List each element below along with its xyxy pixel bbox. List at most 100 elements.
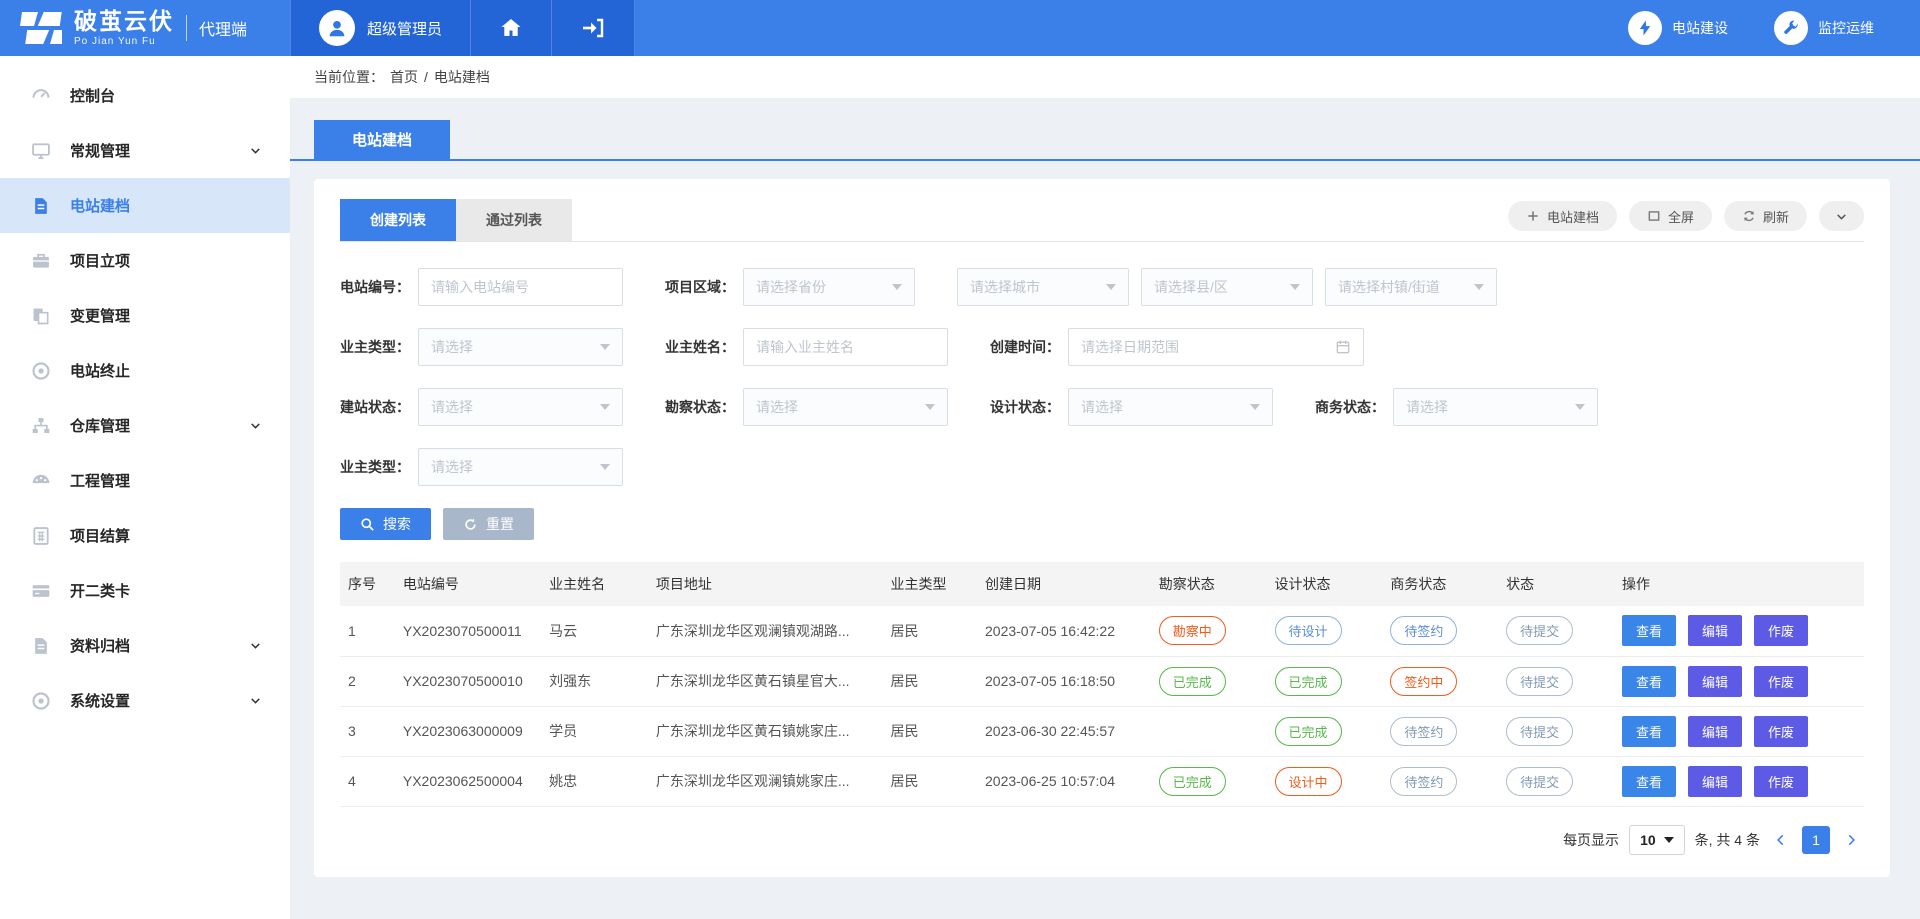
user-icon: [326, 17, 348, 39]
sidebar-item-label: 常规管理: [70, 140, 130, 161]
user-menu[interactable]: 超级管理员: [290, 0, 471, 56]
filter-select[interactable]: 请选择城市: [957, 268, 1129, 306]
filter-text-input[interactable]: [419, 269, 622, 305]
filter-select[interactable]: 请选择: [418, 388, 623, 426]
chevron-down-icon: [1835, 210, 1848, 223]
status-badge: 待签约: [1390, 717, 1457, 746]
filter-select[interactable]: 请选择: [743, 388, 948, 426]
user-name: 超级管理员: [367, 18, 442, 39]
nav-monitor-ops[interactable]: 监控运维: [1774, 11, 1874, 45]
filter-select[interactable]: 请选择村镇/街道: [1325, 268, 1497, 306]
sidebar-item-项目结算[interactable]: 项目结算: [0, 508, 290, 563]
sidebar-item-项目立项[interactable]: 项目立项: [0, 233, 290, 288]
void-button[interactable]: 作废: [1754, 666, 1808, 697]
sidebar-item-系统设置[interactable]: 系统设置: [0, 673, 290, 728]
status-badge: 已完成: [1159, 667, 1226, 696]
list-tabs: 创建列表通过列表: [340, 199, 572, 241]
edit-button[interactable]: 编辑: [1688, 766, 1742, 797]
status-badge: 待提交: [1506, 616, 1573, 645]
prev-page-button[interactable]: [1770, 833, 1792, 847]
page-number-1[interactable]: 1: [1802, 826, 1830, 854]
view-button[interactable]: 查看: [1622, 615, 1676, 646]
view-button[interactable]: 查看: [1622, 716, 1676, 747]
filter-select[interactable]: 请选择: [1393, 388, 1598, 426]
main-area: 当前位置： 首页 / 电站建档 电站建档 创建列表通过列表 电站建档全屏刷新 电…: [290, 56, 1920, 919]
date-range-picker[interactable]: 请选择日期范围: [1068, 328, 1364, 366]
row-index: 2: [340, 656, 395, 706]
breadcrumb-home[interactable]: 首页: [390, 67, 418, 87]
created-date: 2023-07-05 16:18:50: [977, 656, 1151, 706]
chevron-down-icon: [249, 419, 262, 432]
column-header-业主类型: 业主类型: [883, 562, 977, 606]
filter-select[interactable]: 请选择: [1068, 388, 1273, 426]
column-header-操作: 操作: [1614, 562, 1864, 606]
filter-select[interactable]: 请选择: [418, 448, 623, 486]
logout-icon: [580, 16, 606, 40]
reset-button-label: 重置: [486, 514, 514, 534]
status-badge: 设计中: [1275, 767, 1342, 796]
reset-button[interactable]: 重置: [443, 508, 534, 540]
topbar-right-nav: 电站建设 监控运维: [1628, 0, 1920, 56]
monitor-icon: [30, 140, 52, 162]
station-code: YX2023070500010: [395, 656, 541, 706]
toolbar-button-电站建档[interactable]: 电站建档: [1508, 201, 1617, 231]
logo-title: 破茧云伏: [74, 10, 174, 33]
project-address: 广东深圳龙华区黄石镇星官大...: [648, 656, 883, 706]
sidebar-item-开二类卡[interactable]: 开二类卡: [0, 563, 290, 618]
gauge-icon: [30, 470, 52, 492]
search-icon: [360, 517, 375, 532]
breadcrumb-label: 当前位置：: [314, 67, 384, 87]
column-header-状态: 状态: [1498, 562, 1614, 606]
refresh-icon: [1742, 209, 1756, 223]
created-date: 2023-06-30 22:45:57: [977, 706, 1151, 756]
status-badge: 勘察中: [1159, 616, 1226, 645]
sidebar-item-电站建档[interactable]: 电站建档: [0, 178, 290, 233]
status-badge: 签约中: [1390, 667, 1457, 696]
sidebar-item-变更管理[interactable]: 变更管理: [0, 288, 290, 343]
pagination: 每页显示 10 条, 共 4 条 1: [340, 807, 1864, 859]
toolbar-button-全屏[interactable]: 全屏: [1629, 201, 1712, 231]
edit-button[interactable]: 编辑: [1688, 615, 1742, 646]
edit-button[interactable]: 编辑: [1688, 716, 1742, 747]
column-header-设计状态: 设计状态: [1267, 562, 1383, 606]
void-button[interactable]: 作废: [1754, 615, 1808, 646]
created-date: 2023-07-05 16:42:22: [977, 606, 1151, 656]
caret-down-icon: [892, 284, 902, 290]
submit-status: 待提交: [1498, 706, 1614, 756]
filter-select[interactable]: 请选择省份: [743, 268, 915, 306]
next-page-button[interactable]: [1840, 833, 1862, 847]
filter-input: [743, 328, 948, 366]
page-size-select[interactable]: 10: [1629, 825, 1685, 855]
logo: 破茧云伏 Po Jian Yun Fu 代理端: [0, 0, 290, 56]
row-actions: 查看编辑作废: [1614, 606, 1864, 656]
sidebar-item-控制台[interactable]: 控制台: [0, 68, 290, 123]
view-button[interactable]: 查看: [1622, 666, 1676, 697]
page-size-value: 10: [1640, 832, 1656, 848]
view-button[interactable]: 查看: [1622, 766, 1676, 797]
sidebar-item-电站终止[interactable]: 电站终止: [0, 343, 290, 398]
void-button[interactable]: 作废: [1754, 766, 1808, 797]
home-button[interactable]: [471, 0, 552, 56]
nav-station-build[interactable]: 电站建设: [1628, 11, 1728, 45]
filter-input: [418, 268, 623, 306]
toolbar-collapse-button[interactable]: [1819, 201, 1864, 231]
logout-button[interactable]: [552, 0, 635, 56]
sidebar-item-工程管理[interactable]: 工程管理: [0, 453, 290, 508]
tab-创建列表[interactable]: 创建列表: [340, 199, 456, 241]
design-status: 设计中: [1267, 756, 1383, 806]
toolbar-button-刷新[interactable]: 刷新: [1724, 201, 1807, 231]
page-tab-station-archive[interactable]: 电站建档: [314, 120, 450, 159]
edit-button[interactable]: 编辑: [1688, 666, 1742, 697]
filter-select[interactable]: 请选择: [418, 328, 623, 366]
filter-text-input[interactable]: [744, 329, 947, 365]
card-icon: [30, 580, 52, 602]
sidebar-item-资料归档[interactable]: 资料归档: [0, 618, 290, 673]
void-button[interactable]: 作废: [1754, 716, 1808, 747]
search-button[interactable]: 搜索: [340, 508, 431, 540]
filter-select[interactable]: 请选择县/区: [1141, 268, 1313, 306]
sidebar-item-label: 变更管理: [70, 305, 130, 326]
sidebar-item-常规管理[interactable]: 常规管理: [0, 123, 290, 178]
tab-通过列表[interactable]: 通过列表: [456, 199, 572, 241]
sidebar-item-仓库管理[interactable]: 仓库管理: [0, 398, 290, 453]
business-status: 签约中: [1382, 656, 1498, 706]
